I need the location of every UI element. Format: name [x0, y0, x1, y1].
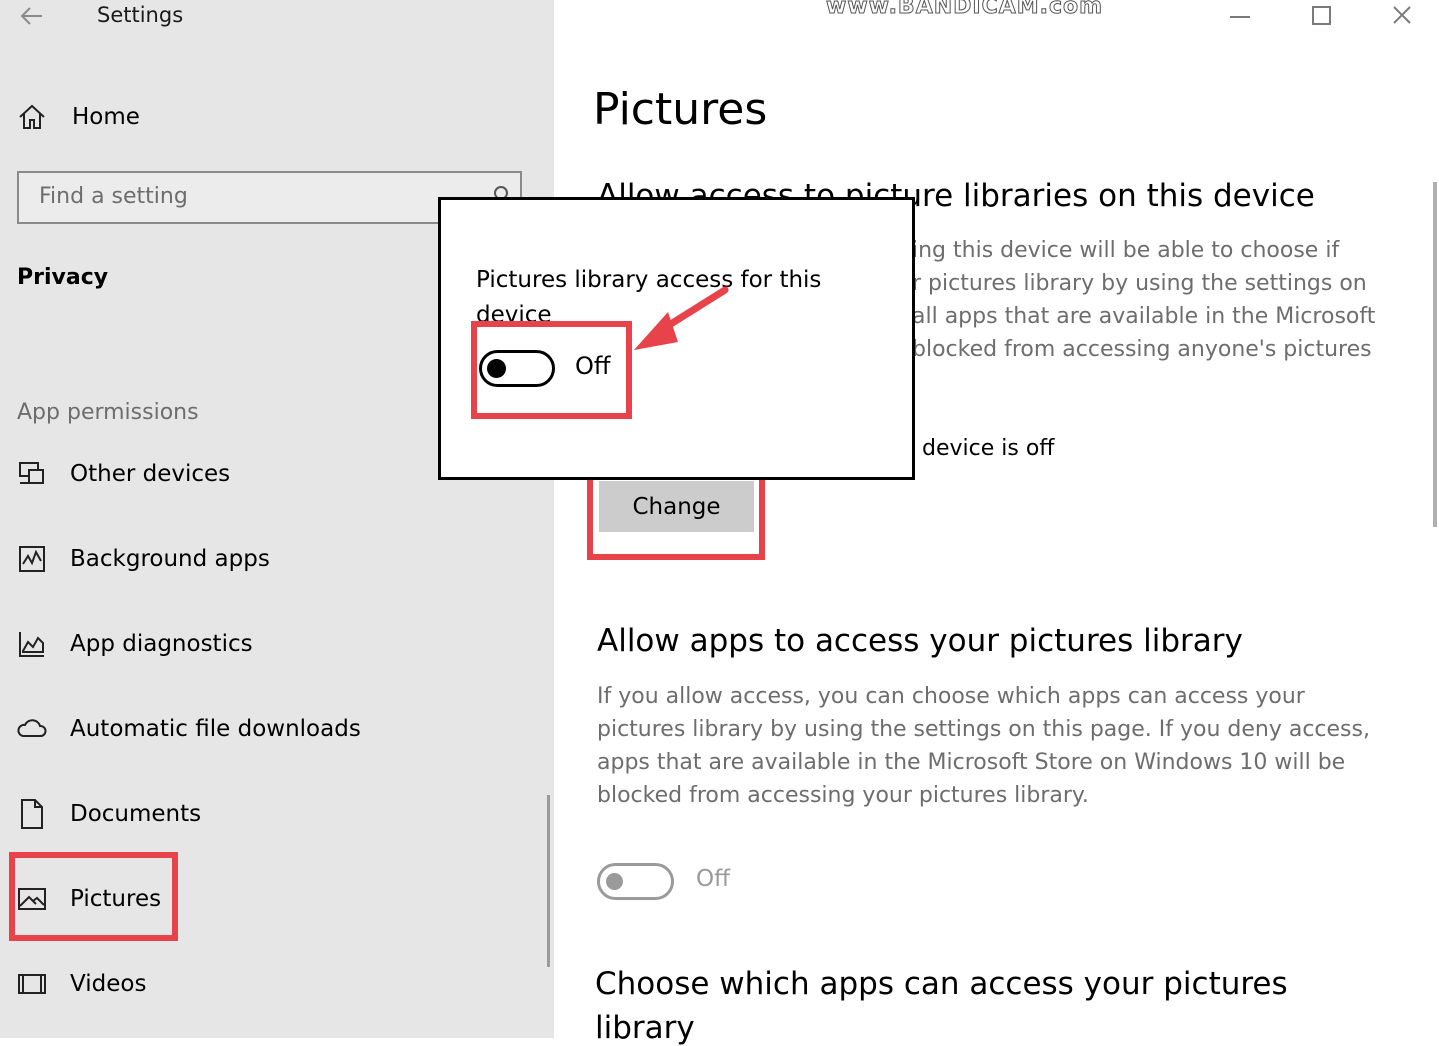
- back-arrow-icon[interactable]: [18, 2, 46, 30]
- sidebar-item-other-devices[interactable]: Other devices: [16, 454, 230, 494]
- group-title-app-permissions: App permissions: [17, 400, 199, 425]
- section-heading-apps-access: Allow apps to access your pictures libra…: [597, 623, 1243, 659]
- home-icon: [16, 101, 48, 133]
- sidebar-item-label: App diagnostics: [70, 631, 253, 657]
- app-title: Settings: [97, 3, 184, 27]
- sidebar-item-label: Automatic file downloads: [70, 716, 361, 742]
- sidebar-scrollbar[interactable]: [547, 795, 550, 967]
- devices-icon: [16, 458, 48, 490]
- close-icon[interactable]: [1382, 2, 1422, 32]
- sidebar-item-background-apps[interactable]: Background apps: [16, 539, 270, 579]
- page-title: Pictures: [593, 84, 768, 135]
- sidebar-item-automatic-file-downloads[interactable]: Automatic file downloads: [16, 709, 361, 749]
- sidebar-item-app-diagnostics[interactable]: App diagnostics: [16, 624, 253, 664]
- description-line: blocked from accessing anyone's pictures: [912, 337, 1372, 362]
- annotation-arrow-icon: [634, 286, 729, 350]
- highlight-box-pictures: [9, 852, 178, 941]
- apps-access-toggle-label: Off: [696, 866, 730, 892]
- minimize-icon[interactable]: [1220, 2, 1260, 32]
- background-apps-icon: [16, 543, 48, 575]
- description-line: r pictures library by using the settings…: [912, 271, 1367, 296]
- cloud-icon: [16, 713, 48, 745]
- home-label: Home: [72, 104, 140, 130]
- sidebar-item-label: Other devices: [70, 461, 231, 487]
- video-icon: [16, 968, 48, 1000]
- highlight-box-toggle: [471, 321, 632, 419]
- diagnostics-icon: [16, 628, 48, 660]
- section-heading-choose-apps: Choose which apps can access your pictur…: [595, 966, 1288, 1002]
- device-access-status: device is off: [922, 436, 1055, 461]
- section-description-apps-access: If you allow access, you can choose whic…: [597, 684, 1370, 808]
- sidebar-item-documents[interactable]: Documents: [16, 794, 201, 834]
- sidebar-item-videos[interactable]: Videos: [16, 964, 146, 1004]
- toggle-knob: [606, 873, 623, 890]
- document-icon: [16, 798, 48, 830]
- section-description-device-access: ing this device will be able to choose i…: [912, 234, 1375, 366]
- description-line: ing this device will be able to choose i…: [912, 238, 1340, 263]
- apps-access-toggle[interactable]: [597, 863, 674, 900]
- maximize-icon[interactable]: [1301, 2, 1341, 32]
- main-scrollbar[interactable]: [1433, 182, 1437, 527]
- home-nav-item[interactable]: Home: [16, 98, 140, 136]
- watermark: www.BANDICAM.com: [825, 0, 1104, 20]
- sidebar-item-label: Background apps: [70, 546, 270, 572]
- sidebar-item-label: Documents: [70, 801, 202, 827]
- sidebar-item-label: Videos: [70, 971, 147, 997]
- section-title-privacy: Privacy: [17, 265, 109, 290]
- section-heading-choose-apps-line2: library: [595, 1010, 695, 1046]
- search-placeholder: Find a setting: [39, 184, 188, 209]
- description-line: all apps that are available in the Micro…: [912, 304, 1376, 329]
